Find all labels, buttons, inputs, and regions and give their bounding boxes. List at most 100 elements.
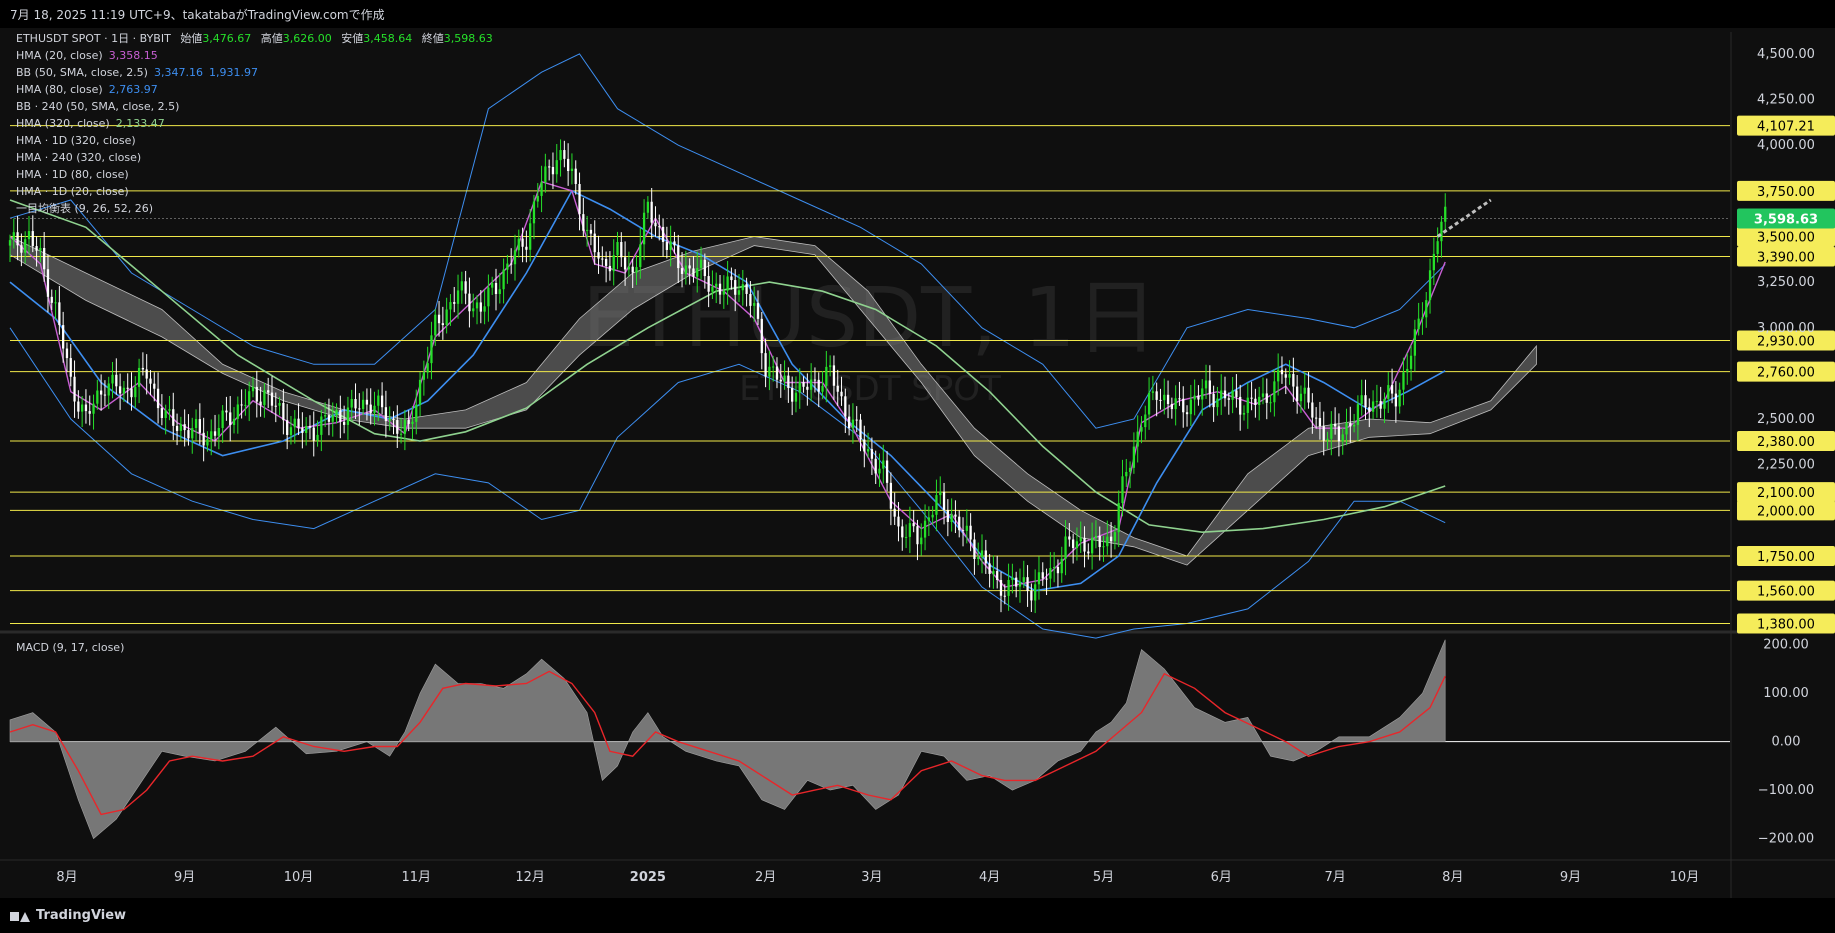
candle-body — [741, 284, 744, 291]
candle-body — [1026, 577, 1029, 592]
candle-body — [544, 166, 547, 183]
candle-body — [536, 195, 539, 202]
candle-body — [844, 396, 847, 417]
candle-body — [631, 266, 634, 273]
candle-body — [969, 525, 972, 540]
footer-brand: TradingView — [0, 898, 1835, 933]
candle-body — [1440, 221, 1443, 242]
candle-body — [1371, 401, 1375, 412]
candle-body — [69, 358, 72, 377]
candle-body — [1045, 578, 1048, 580]
candle-body — [456, 290, 460, 304]
price-tick-label: 4,000.00 — [1757, 138, 1815, 153]
candle-body — [1345, 422, 1348, 435]
legend-indicator-8: HMA · 1D (20, close) — [16, 185, 129, 198]
candle-body — [187, 430, 190, 439]
candle-body — [1022, 577, 1025, 582]
candle-body — [1341, 434, 1344, 442]
candle-body — [775, 366, 779, 380]
candle-body — [825, 366, 828, 386]
candle-body — [1239, 396, 1242, 415]
candle-body — [692, 268, 695, 277]
snapshot-text: 7月 18, 2025 11:19 UTC+9、takatabaがTrading… — [10, 8, 385, 22]
candle-body — [707, 276, 710, 292]
candle-body — [1113, 532, 1117, 542]
price-tick-label: 4,250.00 — [1757, 93, 1815, 108]
candle-body — [293, 418, 296, 428]
candle-body — [551, 166, 555, 175]
candle-body — [460, 281, 463, 291]
candle-body — [1273, 381, 1276, 403]
candle-body — [225, 410, 228, 413]
candle-body — [62, 325, 65, 349]
candle-body — [118, 386, 122, 394]
candle-body — [39, 247, 42, 251]
candle-body — [31, 231, 34, 247]
candle-body — [134, 386, 137, 398]
candle-body — [206, 439, 209, 446]
candle-body — [1330, 423, 1333, 439]
candle-body — [1406, 368, 1409, 373]
legend-indicator-name: BB (50, SMA, close, 2.5) — [16, 66, 148, 79]
candle-body — [327, 415, 331, 422]
candle-body — [286, 420, 289, 435]
price-tick-label: 3,250.00 — [1757, 275, 1815, 290]
candle-body — [521, 238, 524, 247]
candle-body — [817, 379, 820, 392]
candle-body — [593, 233, 596, 253]
macd-pane — [9, 639, 1730, 840]
candle-body — [331, 415, 334, 422]
candle-body — [54, 302, 57, 304]
candle-body — [278, 402, 281, 406]
candle-body — [350, 399, 353, 408]
time-axis[interactable]: 8月 9月 10月 11月 12月 2025 2月 3月 4月 5月 6月 7月 8月 9月 10月 — [56, 870, 1699, 885]
candle-body — [1197, 395, 1200, 400]
time-tick-label: 10月 — [1670, 870, 1700, 885]
chart-canvas[interactable]: ETHUSDT, 1日 ETHUSDT SPOT 4,107.213,750.0… — [0, 28, 1835, 898]
candle-body — [1003, 595, 1006, 597]
candle-body — [612, 255, 615, 272]
legend-indicator-9: 一目均衡表 (9, 26, 52, 26) — [16, 201, 153, 215]
candle-body — [901, 526, 904, 538]
candle-body — [563, 150, 566, 159]
price-tick-label: 4,500.00 — [1757, 47, 1815, 62]
candle-body — [999, 579, 1003, 596]
candle-body — [255, 386, 258, 402]
chart-frame[interactable]: ETHUSDT, 1日 ETHUSDT SPOT 4,107.213,750.0… — [0, 28, 1835, 898]
candle-body — [392, 418, 395, 421]
candle-body — [270, 392, 274, 406]
macd-axis[interactable]: 200.00 100.00 0.00 −100.00 −200.00 — [1758, 638, 1814, 847]
candle-body — [369, 404, 372, 413]
candle-body — [506, 263, 509, 270]
candle-body — [658, 226, 661, 228]
candle-body — [1246, 397, 1249, 413]
candle-body — [312, 427, 315, 441]
candle-body — [1409, 355, 1413, 369]
candle-body — [996, 571, 999, 580]
candle-body — [1090, 537, 1094, 554]
candle-body — [1242, 412, 1246, 415]
candle-body — [475, 302, 479, 309]
level-tag-label: 2,100.00 — [1757, 486, 1815, 501]
candle-body — [92, 403, 95, 414]
level-tag-label: 3,500.00 — [1757, 230, 1815, 245]
candle-body — [1413, 329, 1416, 356]
candle-body — [1208, 380, 1211, 394]
candle-body — [950, 514, 953, 523]
price-tick-label: 3,000.00 — [1757, 321, 1815, 336]
candle-body — [1421, 317, 1424, 319]
candle-body — [920, 537, 923, 545]
candle-body — [198, 419, 201, 433]
legend-indicator-name: HMA · 1D (80, close) — [16, 168, 129, 181]
candle-body — [1269, 402, 1272, 404]
candle-body — [472, 308, 475, 312]
price-tick-label: 2,500.00 — [1757, 412, 1815, 427]
candle-body — [1322, 426, 1325, 441]
candle-body — [445, 309, 448, 326]
time-tick-label: 12月 — [515, 870, 545, 885]
candle-body — [1125, 471, 1128, 477]
candle-body — [1216, 398, 1219, 408]
candle-body — [863, 439, 866, 452]
candle-body — [639, 244, 642, 268]
candle-body — [145, 369, 148, 379]
